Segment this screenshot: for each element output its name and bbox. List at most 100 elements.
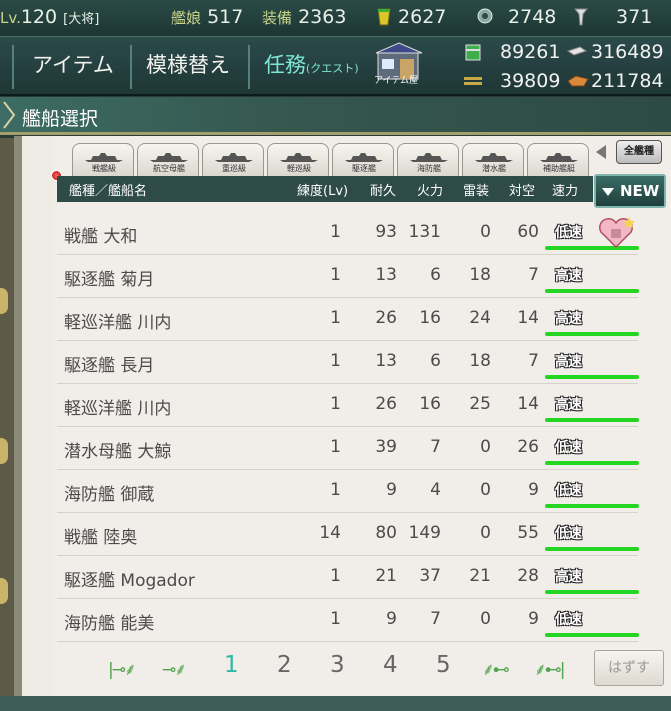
lock-heart-icon: [599, 217, 635, 249]
ship-name: 軽巡洋艦 川内: [64, 399, 172, 419]
col-hp[interactable]: 耐久: [370, 180, 396, 199]
prev-page-icon[interactable]: ⊸⸙: [162, 657, 187, 680]
ship-level: 1: [330, 265, 341, 285]
table-row[interactable]: 軽巡洋艦 川内 1 26 16 25 14 高速: [57, 384, 639, 427]
item-button[interactable]: アイテム: [32, 49, 114, 79]
col-firepower[interactable]: 火力: [417, 180, 443, 199]
ship-silhouette-icon: [475, 153, 513, 162]
ship-level: 1: [330, 351, 341, 371]
speed-badge: 高速: [555, 397, 582, 413]
all-ships-button[interactable]: 全艦種: [616, 140, 662, 164]
left-decoration: [0, 138, 14, 696]
quest-button[interactable]: 任務(クエスト): [264, 49, 359, 79]
ship-hp: 21: [375, 566, 397, 586]
ship-silhouette-icon: [85, 153, 123, 162]
ammo-icon: [464, 77, 482, 85]
table-row[interactable]: 駆逐艦 Mogador 1 21 37 21 28 高速: [57, 556, 639, 599]
ship-level: 1: [330, 437, 341, 457]
col-aa[interactable]: 対空: [509, 180, 535, 199]
hp-bar: [545, 375, 639, 379]
table-row[interactable]: 潜水母艦 大鯨 1 39 7 0 26 低速: [57, 427, 639, 470]
fuel-count: 89261: [500, 41, 561, 63]
speed-badge: 高速: [555, 268, 582, 284]
ship-hp: 13: [375, 265, 397, 285]
tab-ship-type[interactable]: 軽巡級: [267, 143, 329, 176]
bucket-icon: [377, 8, 391, 26]
steel-count: 316489: [591, 41, 664, 63]
col-level[interactable]: 練度(Lv): [297, 180, 348, 199]
fuel-icon: [465, 44, 481, 61]
speed-badge: 高速: [555, 569, 582, 585]
bottom-bar: [0, 696, 671, 711]
table-row[interactable]: 海防艦 能美 1 9 7 0 9 低速: [57, 599, 639, 642]
devmat-count: 2748: [474, 6, 556, 28]
ship-aa: 9: [528, 480, 539, 500]
table-header: 艦種／艦船名 練度(Lv) 耐久 火力 雷装 対空 速力: [57, 176, 593, 202]
speed-badge: 高速: [555, 311, 582, 327]
ship-firepower: 4: [430, 480, 441, 500]
tab-ship-type[interactable]: 潜水艦: [462, 143, 524, 176]
table-row[interactable]: 戦艦 陸奥 14 80 149 0 55 低速: [57, 513, 639, 556]
tab-label: 駆逐艦: [352, 164, 376, 173]
table-row[interactable]: 軽巡洋艦 川内 1 26 16 24 14 高速: [57, 298, 639, 341]
table-row[interactable]: 駆逐艦 菊月 1 13 6 18 7 高速: [57, 255, 639, 298]
ship-torpedo: 0: [480, 437, 491, 457]
remove-button[interactable]: はずす: [594, 650, 664, 686]
hp-bar: [545, 461, 639, 465]
tab-label: 海防艦: [417, 164, 441, 173]
tab-label: 航空母艦: [153, 164, 185, 173]
page-3[interactable]: 3: [330, 652, 345, 678]
next-page-icon[interactable]: ⸙⊷: [482, 657, 510, 680]
ship-hp: 13: [375, 351, 397, 371]
page-5[interactable]: 5: [436, 652, 451, 678]
bauxite-icon: [567, 75, 589, 87]
ship-firepower: 7: [430, 437, 441, 457]
tab-ship-type[interactable]: 駆逐艦: [332, 143, 394, 176]
ship-hp: 93: [375, 222, 397, 242]
table-row[interactable]: 海防艦 御蔵 1 9 4 0 9 低速: [57, 470, 639, 513]
status-bar: Lv.120 [大将] 艦娘 517 装備 2363 2627 2748 371: [0, 0, 671, 36]
tab-label: 潜水艦: [482, 164, 506, 173]
col-torpedo[interactable]: 雷装: [463, 180, 489, 199]
remodel-button[interactable]: 模様替え: [146, 49, 230, 79]
table-row[interactable]: 戦艦 大和 1 93 131 0 60 低速: [57, 212, 639, 255]
ship-torpedo: 24: [469, 308, 491, 328]
tab-ship-type[interactable]: 重巡級: [202, 143, 264, 176]
ship-firepower: 131: [408, 222, 441, 242]
ship-torpedo: 0: [480, 609, 491, 629]
hp-bar: [545, 547, 639, 551]
ship-count: 艦娘 517: [171, 6, 244, 28]
col-name[interactable]: 艦種／艦船名: [69, 180, 147, 199]
first-page-icon[interactable]: |⊸⸙: [108, 657, 137, 680]
ship-hp: 80: [375, 523, 397, 543]
tab-ship-type[interactable]: 海防艦: [397, 143, 459, 176]
hp-bar: [545, 633, 639, 637]
sort-new-button[interactable]: NEW: [594, 174, 666, 208]
hp-bar: [545, 289, 639, 293]
page-4[interactable]: 4: [383, 652, 398, 678]
tab-ship-type[interactable]: 補助艦艇: [527, 143, 589, 176]
tab-ship-type[interactable]: 航空母艦: [137, 143, 199, 176]
ship-aa: 55: [517, 523, 539, 543]
table-row[interactable]: 駆逐艦 長月 1 13 6 18 7 高速: [57, 341, 639, 384]
ship-level: 14: [319, 523, 341, 543]
screw-count: 371: [572, 6, 652, 28]
ship-hp: 26: [375, 394, 397, 414]
ship-level: 1: [330, 609, 341, 629]
ship-name: 海防艦 能美: [64, 614, 155, 634]
tab-ship-type[interactable]: 戦艦級: [72, 143, 134, 176]
equip-count: 装備 2363: [262, 6, 347, 28]
ammo-count: 39809: [500, 70, 561, 92]
triangle-left-icon[interactable]: [596, 145, 606, 159]
page-2[interactable]: 2: [277, 652, 292, 678]
ship-level: 1: [330, 394, 341, 414]
ship-silhouette-icon: [540, 153, 578, 162]
ship-name: 駆逐艦 菊月: [64, 270, 155, 290]
page-1[interactable]: 1: [224, 652, 239, 678]
deco-knob: [0, 288, 8, 314]
ship-firepower: 149: [408, 523, 441, 543]
ship-torpedo: 25: [469, 394, 491, 414]
col-speed[interactable]: 速力: [552, 180, 578, 199]
ship-level: 1: [330, 222, 341, 242]
last-page-icon[interactable]: ⸙⊷|: [534, 657, 566, 680]
